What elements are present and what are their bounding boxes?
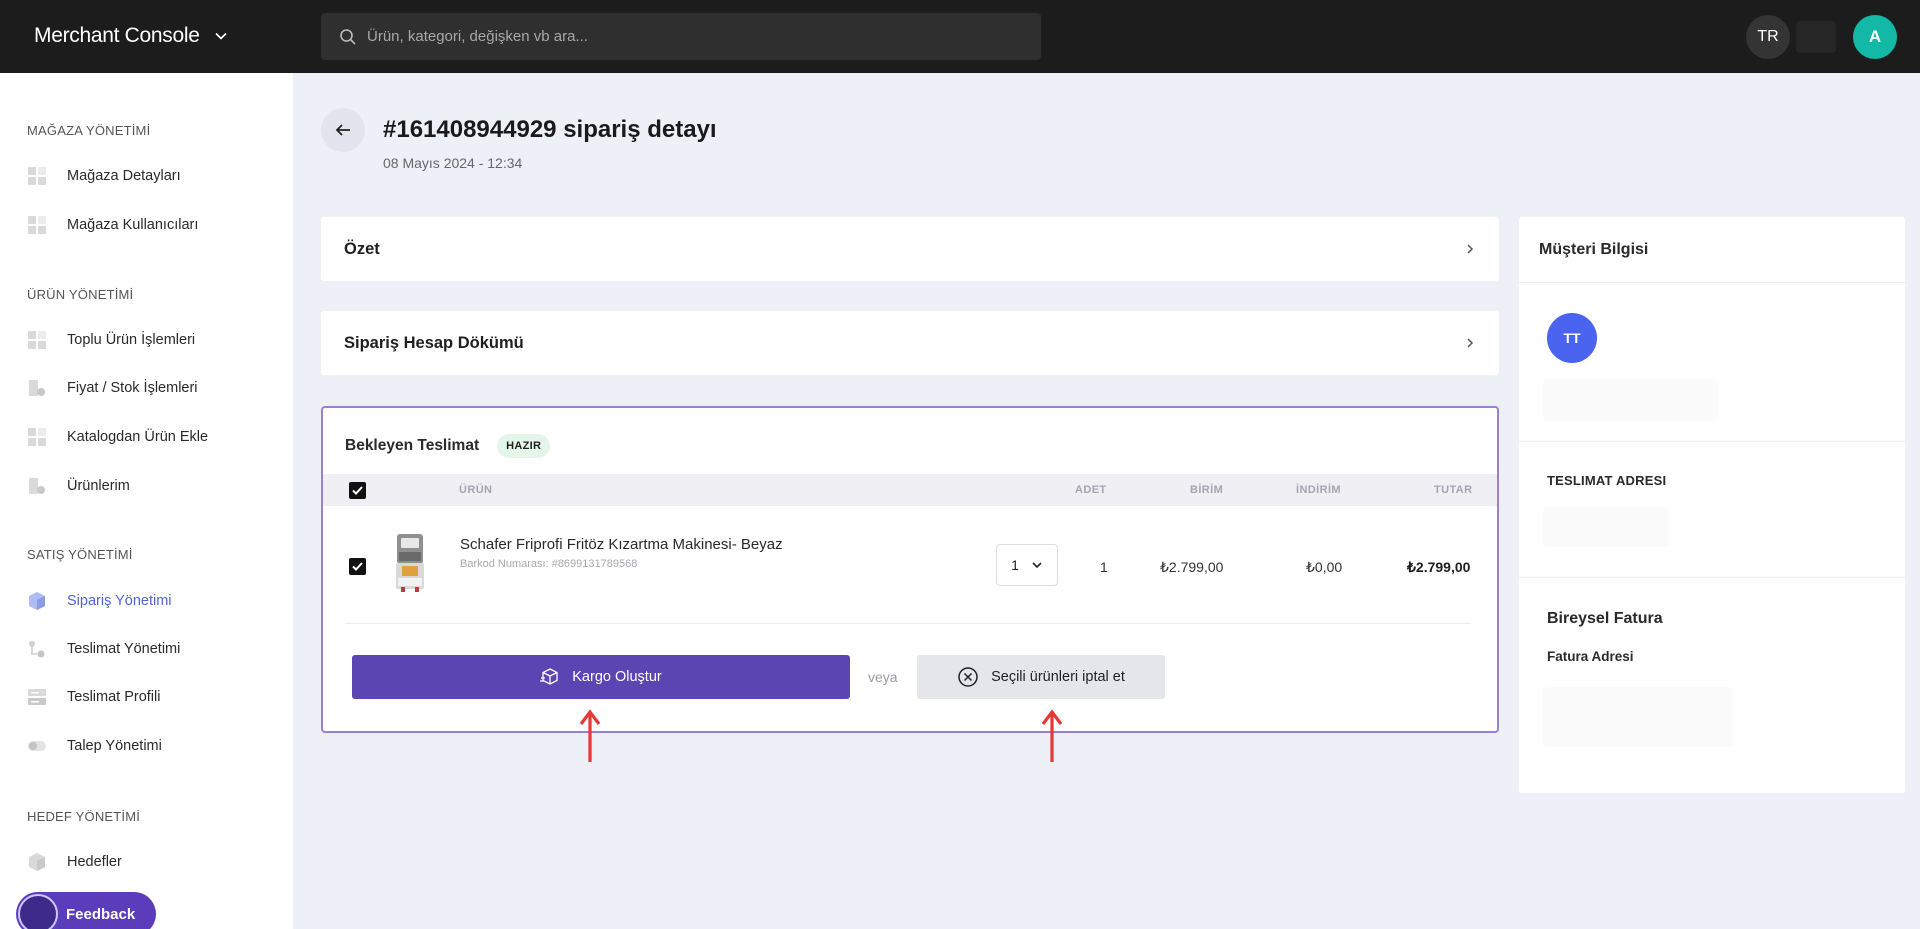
- search-icon: [340, 28, 356, 45]
- chevron-down-icon: [215, 32, 227, 40]
- create-shipment-button[interactable]: Kargo Oluştur: [352, 655, 850, 699]
- product-image: [396, 534, 424, 592]
- qty-value: 1: [1100, 559, 1108, 575]
- sidebar-item-price-stock[interactable]: Fiyat / Stok İşlemleri: [27, 373, 277, 403]
- brand-switcher[interactable]: Merchant Console: [34, 24, 228, 48]
- sidebar-item-bulk-products[interactable]: Toplu Ürün İşlemleri: [27, 325, 277, 355]
- divider: [1519, 441, 1905, 442]
- close-circle-icon: [958, 667, 978, 687]
- invoice-type-title: Bireysel Fatura: [1547, 610, 1663, 627]
- check-icon: [352, 562, 363, 571]
- customer-info-card: Müşteri Bilgisi TT TESLIMAT ADRESI Birey…: [1519, 217, 1905, 793]
- back-button[interactable]: [321, 108, 365, 152]
- col-total: TUTAR: [1434, 484, 1473, 496]
- brand-name: Merchant Console: [34, 24, 200, 47]
- grid-icon: [27, 427, 47, 447]
- user-avatar[interactable]: A: [1853, 15, 1897, 59]
- row-checkbox[interactable]: [349, 558, 366, 575]
- unit-price: ₺2.799,00: [1160, 559, 1224, 575]
- toggle-icon: [27, 736, 47, 756]
- divider: [1519, 282, 1905, 283]
- invoice-address-label: Fatura Adresi: [1547, 649, 1634, 664]
- sidebar-item-store-details[interactable]: Mağaza Detayları: [27, 161, 277, 191]
- sidebar-section-title: MAĞAZA YÖNETİMİ: [27, 123, 151, 138]
- sidebar-item-my-products[interactable]: Ürünlerim: [27, 471, 277, 501]
- delivery-header: Bekleyen Teslimat HAZIR: [345, 434, 551, 458]
- order-date: 08 Mayıs 2024 - 12:34: [383, 155, 523, 171]
- delivery-address-label: TESLIMAT ADRESI: [1547, 473, 1667, 488]
- sidebar-item-delivery-profile[interactable]: Teslimat Profili: [27, 682, 277, 712]
- grid-icon: [27, 166, 47, 186]
- invoice-address-redacted: [1543, 687, 1733, 747]
- arrow-up-icon: [1041, 709, 1063, 762]
- language-button[interactable]: TR: [1746, 15, 1790, 59]
- account-statement-panel[interactable]: Sipariş Hesap Dökümü: [321, 311, 1499, 375]
- divider: [1519, 577, 1905, 578]
- feedback-button[interactable]: Feedback: [16, 892, 156, 929]
- page-title: #161408944929 sipariş detayı: [383, 116, 717, 143]
- arrow-left-icon: [335, 124, 350, 136]
- sidebar: MAĞAZA YÖNETİMİ Mağaza Detayları Mağaza …: [0, 73, 293, 929]
- tag-icon: [27, 476, 47, 496]
- sidebar-section-title: SATIŞ YÖNETİMİ: [27, 547, 133, 562]
- col-unit: BİRİM: [1190, 484, 1224, 496]
- top-bar: Merchant Console TR A: [0, 0, 1920, 73]
- delivery-address-redacted: [1543, 507, 1669, 547]
- box-icon: [27, 591, 47, 611]
- box-icon: [540, 668, 558, 685]
- sidebar-item-goals[interactable]: Hedefler: [27, 847, 277, 877]
- sidebar-section-title: ÜRÜN YÖNETİMİ: [27, 287, 134, 302]
- grid-icon: [27, 215, 47, 235]
- sidebar-section-title: HEDEF YÖNETİMİ: [27, 809, 141, 824]
- sidebar-item-requests[interactable]: Talep Yönetimi: [27, 731, 277, 761]
- tag-icon: [27, 378, 47, 398]
- hexagon-icon: [27, 852, 47, 872]
- search-input[interactable]: [367, 28, 1027, 45]
- product-barcode: Barkod Numarası: #8699131789568: [460, 558, 638, 570]
- check-icon: [352, 486, 363, 495]
- quantity-select[interactable]: 1: [996, 544, 1058, 586]
- customer-avatar: TT: [1547, 313, 1597, 363]
- delivery-title: Bekleyen Teslimat: [345, 437, 480, 454]
- select-all-checkbox[interactable]: [349, 482, 366, 499]
- or-separator: veya: [868, 669, 898, 685]
- col-qty: ADET: [1075, 484, 1107, 496]
- route-icon: [27, 639, 47, 659]
- status-badge: HAZIR: [497, 434, 551, 458]
- col-product: ÜRÜN: [459, 484, 493, 496]
- table-header: ÜRÜN ADET BİRİM İNDİRİM TUTAR: [323, 474, 1497, 506]
- sidebar-item-store-users[interactable]: Mağaza Kullanıcıları: [27, 210, 277, 240]
- customer-info-title: Müşteri Bilgisi: [1539, 241, 1649, 258]
- arrow-up-icon: [579, 709, 601, 762]
- sidebar-item-catalog-add[interactable]: Katalogdan Ürün Ekle: [27, 422, 277, 452]
- grid-icon: [27, 330, 47, 350]
- account-statement-title: Sipariş Hesap Dökümü: [344, 333, 524, 352]
- total-value: ₺2.799,00: [1407, 559, 1471, 575]
- server-icon: [27, 687, 47, 707]
- discount-value: ₺0,00: [1306, 559, 1343, 575]
- chevron-down-icon: [1032, 562, 1042, 569]
- sidebar-item-deliveries[interactable]: Teslimat Yönetimi: [27, 634, 277, 664]
- pending-delivery-card: Bekleyen Teslimat HAZIR ÜRÜN ADET BİRİM …: [321, 406, 1499, 733]
- row-divider: [345, 623, 1471, 624]
- product-name[interactable]: Schafer Friprofi Fritöz Kızartma Makines…: [460, 536, 783, 553]
- cancel-selected-button[interactable]: Seçili ürünleri iptal et: [917, 655, 1165, 699]
- col-discount: İNDİRİM: [1296, 484, 1341, 496]
- summary-panel[interactable]: Özet: [321, 217, 1499, 281]
- summary-title: Özet: [344, 239, 380, 258]
- user-name-placeholder: [1796, 21, 1836, 53]
- customer-name-redacted: [1543, 379, 1719, 421]
- chevron-right-icon: [1467, 244, 1474, 254]
- table-row: Schafer Friprofi Fritöz Kızartma Makines…: [323, 506, 1497, 624]
- search-bar[interactable]: [321, 13, 1041, 60]
- feedback-logo-icon: [18, 894, 58, 929]
- sidebar-item-orders[interactable]: Sipariş Yönetimi: [27, 586, 277, 616]
- chevron-right-icon: [1467, 338, 1474, 348]
